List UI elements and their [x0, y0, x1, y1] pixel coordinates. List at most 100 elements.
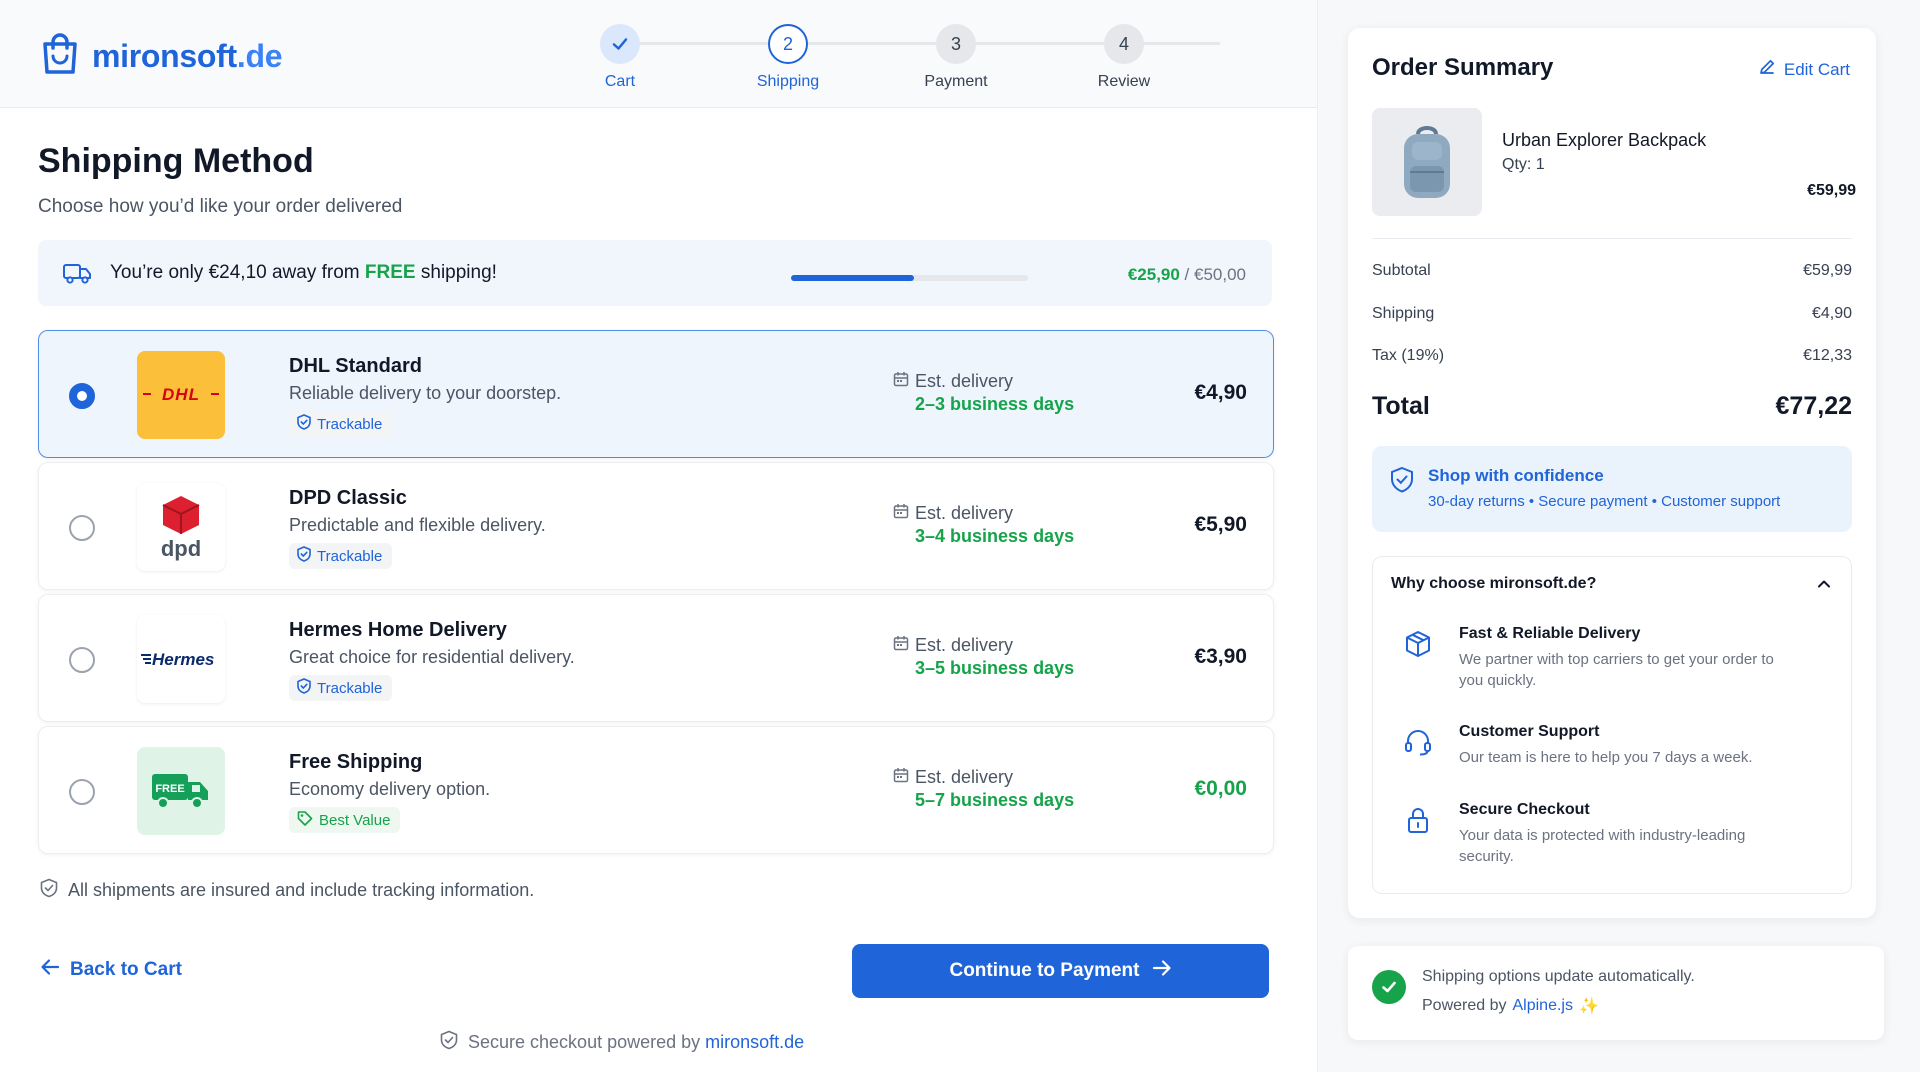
option-description: Predictable and flexible delivery.	[289, 515, 546, 535]
option-price: €0,00	[1194, 777, 1247, 800]
continue-label: Continue to Payment	[949, 960, 1140, 981]
estimated-delivery: Est. delivery 2–3 business days	[893, 371, 1074, 415]
dhl-logo: DHL	[137, 351, 225, 439]
logo-name: mironsoft	[92, 38, 237, 74]
badge-label: Trackable	[317, 415, 383, 433]
calendar-icon	[893, 503, 909, 524]
step-shipping[interactable]: 2 Shipping	[728, 24, 848, 91]
why-choose-panel[interactable]: Why choose mironsoft.de? Fast & Reliable…	[1372, 556, 1852, 894]
logo-tld: .de	[236, 38, 283, 74]
est-days: 3–5 business days	[915, 658, 1075, 678]
option-name: DPD Classic	[289, 487, 407, 509]
edit-cart-label: Edit Cart	[1783, 59, 1850, 79]
row-value: €4,90	[1811, 305, 1852, 322]
radio-button[interactable]	[69, 647, 95, 673]
why-item-desc: Your data is protected with industry-lea…	[1459, 827, 1746, 865]
badge-label: Trackable	[317, 679, 383, 697]
option-price: €4,90	[1194, 381, 1247, 404]
chevron-up-icon[interactable]	[1815, 575, 1833, 598]
product-name: Urban Explorer Backpack	[1502, 130, 1707, 150]
amount-separator: /	[1179, 265, 1194, 284]
free-logo-text: FREE	[155, 783, 184, 795]
check-circle-icon	[1372, 970, 1406, 1004]
subtotal-row: Subtotal €59,99	[1372, 262, 1852, 280]
dpd-logo: dpd	[137, 483, 225, 571]
badge-label: Trackable	[317, 547, 383, 565]
header: mironsoft.de Cart 2 Shipping 3 Payment 4…	[0, 0, 1317, 108]
back-to-cart-link[interactable]: Back to Cart	[40, 958, 182, 982]
est-days: 3–4 business days	[915, 526, 1075, 546]
order-summary-card: Order Summary Edit Cart Urban Explorer B…	[1348, 28, 1876, 918]
free-shipping-message: You’re only €24,10 away from FREE shippi…	[110, 262, 497, 284]
shield-check-icon	[1390, 466, 1414, 499]
est-days: 5–7 business days	[915, 790, 1075, 810]
step-label: Shipping	[756, 73, 820, 90]
logo[interactable]: mironsoft.de	[40, 32, 283, 81]
hermes-logo: Hermes	[137, 615, 225, 703]
shield-check-icon	[297, 414, 311, 434]
step-label: Review	[1097, 73, 1151, 90]
radio-button[interactable]	[69, 515, 95, 541]
powered-prefix: Powered by	[1422, 997, 1507, 1014]
trackable-badge: Trackable	[289, 543, 393, 569]
calendar-icon	[893, 635, 909, 656]
shield-check-icon	[297, 546, 311, 566]
powered-brand-link[interactable]: mironsoft.de	[705, 1032, 804, 1052]
step-review[interactable]: 4 Review	[1064, 24, 1184, 91]
row-label: Shipping	[1372, 305, 1435, 322]
free-msg-suffix: shipping!	[415, 262, 497, 283]
calendar-icon	[893, 767, 909, 788]
estimated-delivery: Est. delivery 5–7 business days	[893, 767, 1074, 811]
est-label: Est. delivery	[915, 503, 1014, 523]
auto-update-notice: Shipping options update automatically. P…	[1348, 946, 1884, 1040]
trackable-badge: Trackable	[289, 675, 393, 701]
why-item-title: Customer Support	[1459, 723, 1600, 740]
shipping-option-hermes[interactable]: Hermes Hermes Home Delivery Great choice…	[38, 594, 1274, 722]
confidence-title: Shop with confidence	[1428, 466, 1604, 485]
shipping-option-free[interactable]: FREE Free Shipping Economy delivery opti…	[38, 726, 1274, 854]
product-price: €59,99	[1807, 182, 1856, 199]
lock-icon	[1403, 805, 1433, 840]
why-item-desc: Our team is here to help you 7 days a we…	[1459, 749, 1753, 766]
total-label: Total	[1372, 392, 1430, 420]
radio-button[interactable]	[69, 383, 95, 409]
step-number: 3	[936, 24, 976, 64]
step-payment[interactable]: 3 Payment	[896, 24, 1016, 91]
free-msg-prefix: You’re only €24,10 away from	[110, 262, 365, 283]
shipping-option-dpd[interactable]: dpd DPD Classic Predictable and flexible…	[38, 462, 1274, 590]
option-name: DHL Standard	[289, 355, 422, 377]
est-days: 2–3 business days	[915, 394, 1075, 414]
logo-text: mironsoft.de	[92, 38, 283, 75]
shipping-row: Shipping €4,90	[1372, 305, 1852, 323]
page-subtitle: Choose how you’d like your order deliver…	[38, 196, 403, 217]
continue-to-payment-button[interactable]: Continue to Payment	[852, 944, 1269, 998]
product-qty: Qty: 1	[1502, 156, 1545, 173]
option-description: Reliable delivery to your doorstep.	[289, 383, 562, 403]
free-shipping-amount: €25,90 / €50,00	[1128, 265, 1246, 285]
auto-update-text: Shipping options update automatically.	[1422, 968, 1695, 985]
alpine-link[interactable]: Alpine.js	[1513, 997, 1573, 1015]
est-label: Est. delivery	[915, 371, 1014, 391]
product-image[interactable]	[1372, 108, 1482, 216]
step-cart[interactable]: Cart	[560, 24, 680, 91]
shield-check-icon	[297, 678, 311, 698]
free-shipping-progress	[791, 275, 1028, 281]
estimated-delivery: Est. delivery 3–5 business days	[893, 635, 1074, 679]
why-item-desc: We partner with top carriers to get your…	[1459, 651, 1774, 689]
current-amount: €25,90	[1127, 265, 1180, 284]
row-value: €12,33	[1803, 347, 1852, 364]
radio-button[interactable]	[69, 779, 95, 805]
dpd-logo-text: dpd	[161, 536, 201, 561]
why-title: Why choose mironsoft.de?	[1391, 575, 1597, 592]
checkout-main: mironsoft.de Cart 2 Shipping 3 Payment 4…	[0, 0, 1317, 1072]
badge-label: Best Value	[319, 811, 391, 829]
row-label: Subtotal	[1372, 262, 1431, 279]
progress-fill	[791, 275, 914, 281]
edit-cart-link[interactable]: Edit Cart	[1758, 58, 1850, 81]
total-row: Total €77,22	[1372, 392, 1852, 421]
shipping-option-dhl[interactable]: DHL DHL Standard Reliable delivery to yo…	[38, 330, 1274, 458]
sparkle-icon: ✨	[1578, 998, 1599, 1015]
tag-icon	[297, 810, 313, 830]
why-item-title: Fast & Reliable Delivery	[1459, 625, 1641, 642]
powered-text: Secure checkout powered by	[468, 1032, 706, 1052]
